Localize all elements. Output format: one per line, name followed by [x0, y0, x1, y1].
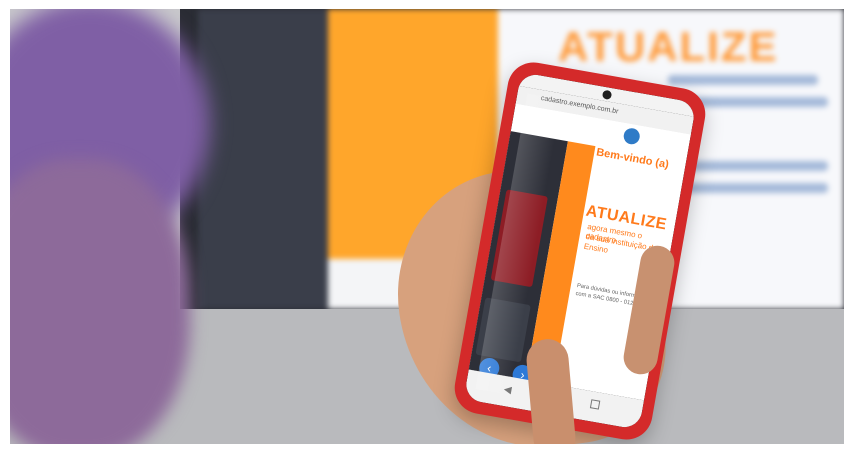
photo-frame: ATUALIZE cadastro.exemplo.com.br Bem-vin…: [0, 0, 854, 453]
recent-apps-icon[interactable]: [589, 399, 601, 410]
monitor-text-line: [668, 75, 818, 85]
monitor-headline: ATUALIZE: [558, 23, 779, 70]
monitor-dark-panel: [198, 9, 328, 309]
welcome-title: Bem-vindo (a): [595, 146, 670, 171]
brand-logo-icon: [622, 126, 641, 146]
person-shoulder: [10, 159, 190, 444]
photo: ATUALIZE cadastro.exemplo.com.br Bem-vin…: [10, 9, 844, 444]
